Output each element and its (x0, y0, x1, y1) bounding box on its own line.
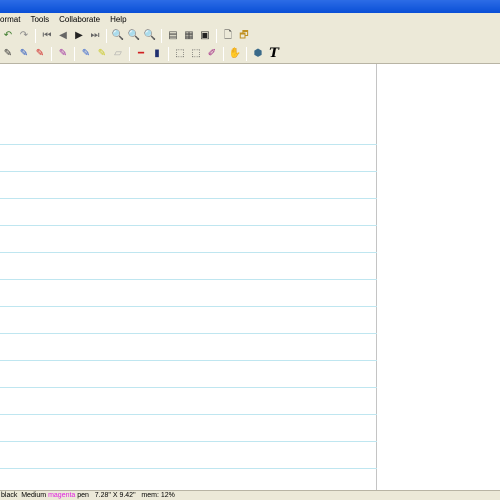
undo-icon[interactable]: ↶ (1, 29, 15, 43)
menu-collaborate[interactable]: Collaborate (54, 13, 105, 27)
eraser-icon[interactable]: ▱ (111, 47, 125, 61)
ruled-line (0, 279, 377, 280)
page-margin-area (378, 64, 500, 490)
toolbar-separator (161, 29, 162, 43)
ruled-line (0, 468, 377, 469)
status-pen-suffix: pen 7.28" X 9.42" mem: 12% (75, 492, 175, 499)
ruled-line (0, 333, 377, 334)
ruled-line (0, 252, 377, 253)
menu-bar: ormat Tools Collaborate Help (0, 13, 500, 27)
zoom-fit-icon[interactable]: 🔍 (143, 29, 157, 43)
shapes-icon[interactable]: ⬢ (251, 47, 265, 61)
hand-tool-icon[interactable]: ✋ (228, 47, 242, 61)
navigation-toolbar: ↶ ↷ ⏮ ◀ ▶ ⏭ 🔍 🔍 🔍 ▤ ▦ ▣ 🗋 🗗 (0, 27, 500, 45)
stylus-icon[interactable]: ✐ (205, 47, 219, 61)
single-page-icon[interactable]: ▤ (166, 29, 180, 43)
status-bar: black Medium magenta pen 7.28" X 9.42" m… (0, 490, 500, 500)
thin-line-icon[interactable]: ━ (134, 47, 148, 61)
redo-icon[interactable]: ↷ (17, 29, 31, 43)
last-page-icon[interactable]: ⏭ (88, 29, 102, 43)
toolbar-separator (35, 29, 36, 43)
status-pen-prefix: black Medium (1, 492, 49, 499)
menu-format[interactable]: ormat (0, 13, 25, 27)
title-bar[interactable] (0, 0, 500, 13)
ruled-line (0, 171, 377, 172)
new-page-icon[interactable]: 🗋 (221, 29, 235, 43)
menu-tools[interactable]: Tools (25, 13, 54, 27)
ruled-line (0, 144, 377, 145)
next-page-icon[interactable]: ▶ (72, 29, 86, 43)
status-pen-color: magenta (48, 492, 76, 499)
toolbar-separator (216, 29, 217, 43)
pen-blue-icon[interactable]: ✎ (17, 47, 31, 61)
pen-multicolor-icon[interactable]: ✎ (56, 47, 70, 61)
ruled-line (0, 387, 377, 388)
prev-page-icon[interactable]: ◀ (56, 29, 70, 43)
toolbar-separator (129, 47, 130, 61)
insert-image-icon[interactable]: 🗗 (237, 29, 251, 43)
ruled-line (0, 225, 377, 226)
text-tool-icon[interactable]: T (267, 47, 281, 61)
toolbar-separator (223, 47, 224, 61)
zoom-in-icon[interactable]: 🔍 (111, 29, 125, 43)
toolbar-separator (106, 29, 107, 43)
rect-select-icon[interactable]: ⬚ (189, 47, 203, 61)
toolbar-separator (246, 47, 247, 61)
ruled-line (0, 306, 377, 307)
highlighter-yellow-icon[interactable]: ✎ (95, 47, 109, 61)
ruled-line (0, 441, 377, 442)
journal-app-window: ormat Tools Collaborate Help ↶ ↷ ⏮ ◀ ▶ ⏭ 🔍 🔍 🔍 ▤ ▦… (0, 0, 500, 500)
menu-help[interactable]: Help (105, 13, 131, 27)
lasso-select-icon[interactable]: ⬚ (173, 47, 187, 61)
multi-page-icon[interactable]: ▦ (182, 29, 196, 43)
pen-red-icon[interactable]: ✎ (33, 47, 47, 61)
pencil-icon[interactable]: ✎ (1, 47, 15, 61)
thick-line-icon[interactable]: ▮ (150, 47, 164, 61)
ruled-line (0, 414, 377, 415)
first-page-icon[interactable]: ⏮ (40, 29, 54, 43)
toolbar-separator (74, 47, 75, 61)
toolbar-separator (168, 47, 169, 61)
zoom-out-icon[interactable]: 🔍 (127, 29, 141, 43)
fullscreen-icon[interactable]: ▣ (198, 29, 212, 43)
ruled-page-canvas[interactable] (0, 64, 377, 490)
ruled-line (0, 360, 377, 361)
ruled-line (0, 198, 377, 199)
pen-toolbar: ✎ ✎ ✎ ✎ ✎ ✎ ▱ ━ ▮ ⬚ ⬚ ✐ ✋ ⬢ T (0, 45, 500, 64)
toolbar-separator (51, 47, 52, 61)
highlighter-blue-icon[interactable]: ✎ (79, 47, 93, 61)
